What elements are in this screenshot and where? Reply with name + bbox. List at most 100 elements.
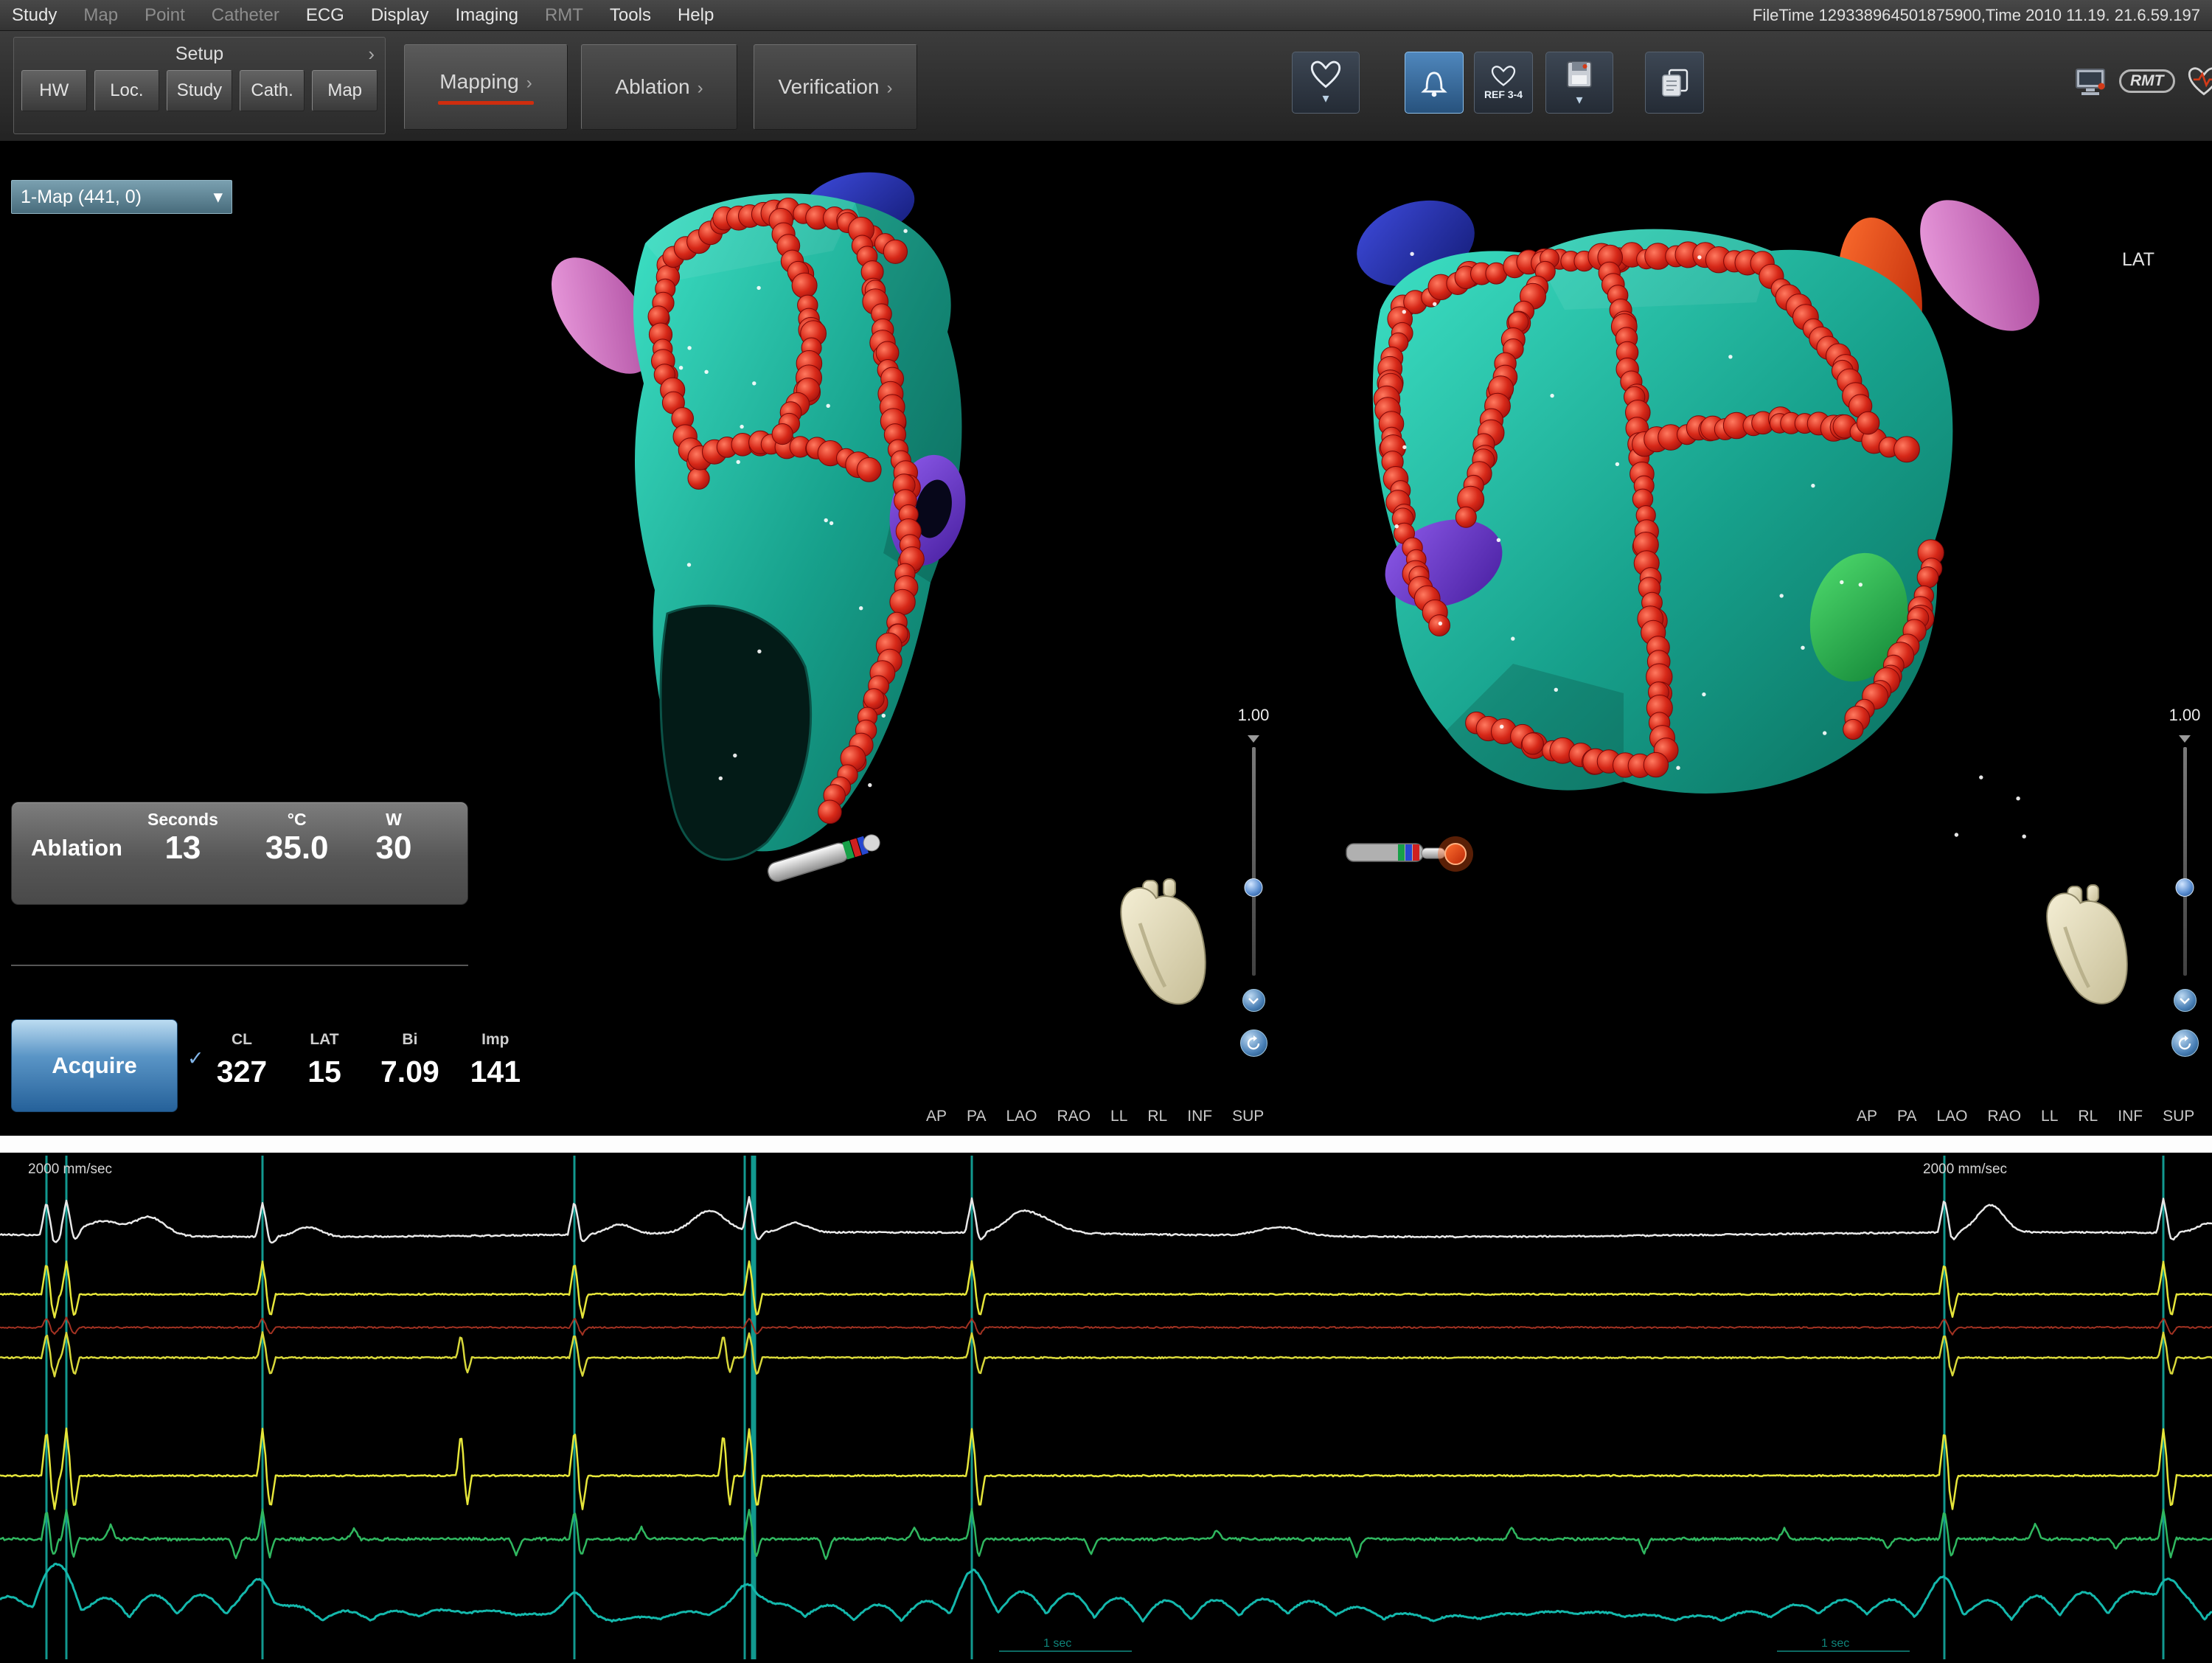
- chevron-down-icon: [1248, 997, 1259, 1004]
- power-value: 30: [376, 830, 412, 867]
- bi-header: Bi: [402, 1031, 417, 1049]
- rmt-logo: RMT: [2119, 69, 2175, 93]
- ablation-lesion: [772, 424, 793, 445]
- ablation-chevron-icon: ›: [698, 78, 703, 98]
- menu-map[interactable]: Map: [83, 5, 118, 26]
- orient-rl[interactable]: RL: [1147, 1108, 1167, 1125]
- window-layout-button[interactable]: [1645, 52, 1704, 114]
- map-point: [1840, 580, 1843, 584]
- lat-mode-label: LAT: [2122, 249, 2154, 271]
- ablation-catheter-right[interactable]: [1346, 836, 1473, 872]
- orient-rao[interactable]: RAO: [1988, 1108, 2022, 1125]
- map-point: [719, 777, 723, 780]
- save-dropdown-icon[interactable]: ▾: [1576, 92, 1582, 108]
- map-viewport: 1-Map (441, 0) ▾ LAT Ablation Seconds 13…: [0, 142, 2212, 1136]
- ablation-lesion: [792, 273, 817, 298]
- map-point: [687, 346, 691, 350]
- menu-point[interactable]: Point: [145, 5, 185, 26]
- cath-button[interactable]: Cath.: [240, 70, 305, 111]
- ablation-panel: Ablation Seconds 13 °C 35.0 W 30: [11, 802, 468, 905]
- orient-rao[interactable]: RAO: [1057, 1108, 1091, 1125]
- pan-down-button-right[interactable]: [2174, 989, 2197, 1012]
- heart-view-dropdown-icon[interactable]: ▾: [1322, 91, 1329, 106]
- orient-inf[interactable]: INF: [1187, 1108, 1212, 1125]
- orient-sup[interactable]: SUP: [2163, 1108, 2194, 1125]
- map-point: [1702, 692, 1705, 696]
- map-point: [824, 518, 828, 522]
- map-point: [1697, 255, 1701, 259]
- study-button[interactable]: Study: [167, 70, 232, 111]
- ablation-lesion: [890, 589, 915, 614]
- layout-pages-icon: [1658, 66, 1691, 99]
- acquire-button[interactable]: Acquire: [11, 1019, 178, 1112]
- setup-group: Setup › HW Loc. Study Cath. Map: [13, 37, 386, 134]
- rotate-button-left[interactable]: [1240, 1030, 1267, 1057]
- trace-cs-teal: [0, 1564, 2212, 1622]
- lat-value: 15: [307, 1055, 341, 1089]
- map-point: [2023, 835, 2026, 839]
- map-model-left[interactable]: [532, 164, 975, 859]
- zoom-handle-right[interactable]: [2176, 878, 2194, 897]
- loc-button[interactable]: Loc.: [94, 70, 160, 111]
- ablation-mode-button[interactable]: Ablation›: [581, 44, 737, 130]
- seconds-value: 13: [164, 830, 201, 867]
- pan-down-button-left[interactable]: [1242, 989, 1265, 1012]
- map-model-right[interactable]: [1346, 178, 2062, 794]
- active-mode-underline: [438, 101, 534, 105]
- zoom-track-left[interactable]: [1252, 747, 1256, 976]
- orient-ll[interactable]: LL: [1110, 1108, 1127, 1125]
- trace-egm-yellow-1: [0, 1261, 2212, 1318]
- acquire-check-icon[interactable]: ✓: [187, 1047, 204, 1070]
- map-point: [757, 286, 760, 290]
- map-selector[interactable]: 1-Map (441, 0) ▾: [11, 180, 232, 214]
- mapping-mode-button[interactable]: Mapping›: [404, 44, 568, 130]
- map-point: [827, 404, 830, 408]
- orient-lao[interactable]: LAO: [1936, 1108, 1967, 1125]
- menu-catheter[interactable]: Catheter: [212, 5, 279, 26]
- orientation-heart-right[interactable]: [2047, 885, 2127, 1004]
- menu-study[interactable]: Study: [12, 5, 57, 26]
- menu-display[interactable]: Display: [371, 5, 429, 26]
- orient-pa[interactable]: PA: [1897, 1108, 1916, 1125]
- reference-heart-button[interactable]: REF 3-4: [1474, 52, 1533, 114]
- time-scale-label: 1 sec: [1043, 1637, 1071, 1650]
- orient-pa[interactable]: PA: [967, 1108, 986, 1125]
- ecg-waveforms[interactable]: 1 sec1 sec: [0, 1153, 2212, 1659]
- orient-inf[interactable]: INF: [2118, 1108, 2143, 1125]
- orient-ap[interactable]: AP: [1857, 1108, 1877, 1125]
- mapping-label: Mapping: [439, 70, 518, 93]
- orient-lao[interactable]: LAO: [1006, 1108, 1037, 1125]
- map-button[interactable]: Map: [312, 70, 378, 111]
- rotate-button-right[interactable]: [2171, 1030, 2199, 1057]
- slider-top-arrow-icon[interactable]: [2179, 735, 2191, 743]
- menu-ecg[interactable]: ECG: [306, 5, 344, 26]
- orient-sup[interactable]: SUP: [1232, 1108, 1264, 1125]
- orient-rl[interactable]: RL: [2078, 1108, 2098, 1125]
- zoom-handle-left[interactable]: [1245, 878, 1263, 897]
- imp-value: 141: [470, 1055, 521, 1089]
- ablation-lesion: [1857, 412, 1879, 434]
- zoom-slider-left: 1.00: [1234, 706, 1273, 1057]
- heart-view-button[interactable]: ▾: [1292, 52, 1360, 114]
- alarm-bell-button[interactable]: [1405, 52, 1464, 114]
- menu-rmt[interactable]: RMT: [545, 5, 583, 26]
- bell-icon: [1418, 66, 1450, 99]
- electroanatomic-map-scene[interactable]: [0, 142, 2212, 1136]
- ablation-lesion: [1917, 567, 1938, 589]
- orientation-heart-left[interactable]: [1121, 879, 1205, 1004]
- menu-help[interactable]: Help: [678, 5, 714, 26]
- menu-imaging[interactable]: Imaging: [456, 5, 518, 26]
- orient-ll[interactable]: LL: [2041, 1108, 2058, 1125]
- verification-mode-button[interactable]: Verification›: [754, 44, 917, 130]
- chevron-down-icon: [2179, 997, 2191, 1004]
- zoom-track-right[interactable]: [2183, 747, 2187, 976]
- slider-top-arrow-icon[interactable]: [1248, 735, 1259, 743]
- hw-button[interactable]: HW: [21, 70, 87, 111]
- setup-expand-chevron[interactable]: ›: [368, 43, 375, 66]
- save-button[interactable]: ▾: [1545, 52, 1613, 114]
- orient-ap[interactable]: AP: [926, 1108, 947, 1125]
- status-icon-cluster: RMT: [2073, 58, 2212, 105]
- menu-tools[interactable]: Tools: [610, 5, 651, 26]
- setup-label[interactable]: Setup: [175, 44, 223, 65]
- point-stats: CL327 LAT15 Bi7.09 Imp141: [215, 1031, 522, 1089]
